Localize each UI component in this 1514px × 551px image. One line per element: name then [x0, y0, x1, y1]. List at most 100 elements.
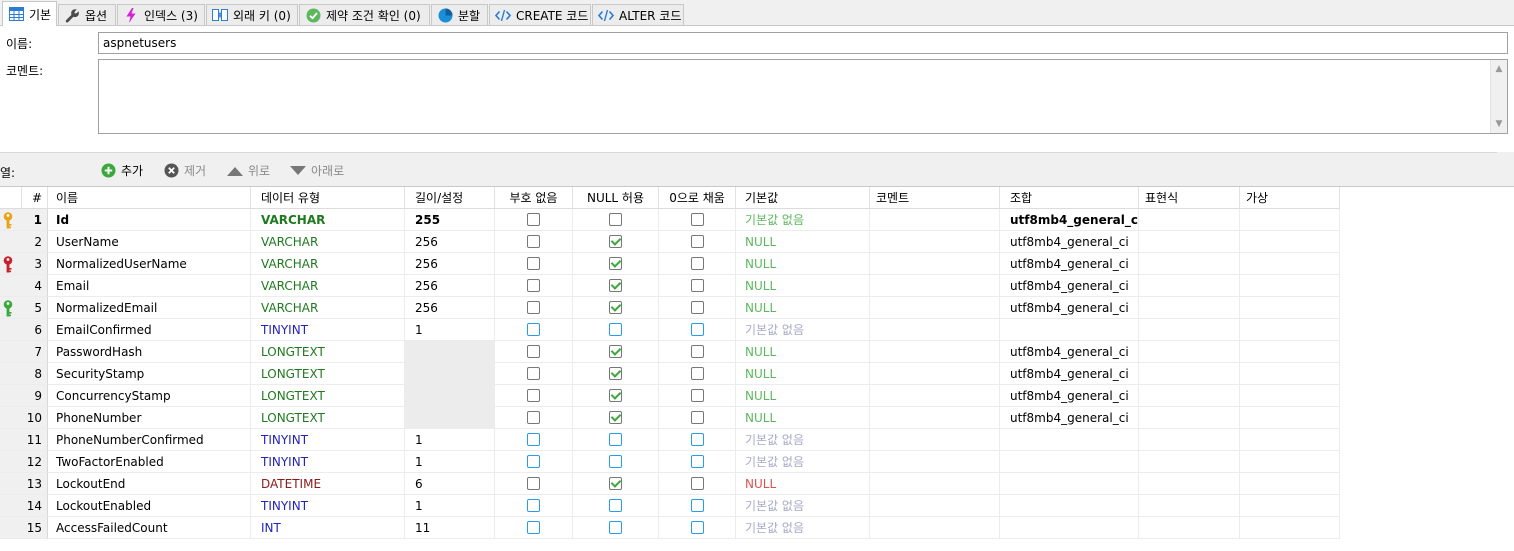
collation-cell[interactable]: utf8mb4_general_ci: [1000, 209, 1139, 231]
expression-cell[interactable]: [1139, 319, 1240, 341]
expression-cell[interactable]: [1139, 231, 1240, 253]
default-value-cell[interactable]: NULL: [736, 385, 870, 407]
header-allow-null[interactable]: NULL 허용: [573, 187, 659, 209]
allow-null-checkbox[interactable]: [609, 477, 622, 490]
unsigned-checkbox[interactable]: [527, 433, 540, 446]
allow-null-checkbox[interactable]: [609, 257, 622, 270]
table-row[interactable]: 3 NormalizedUserName VARCHAR 256 NULL utf8mb4…: [0, 253, 1340, 275]
default-value-cell[interactable]: NULL: [736, 473, 870, 495]
expression-cell[interactable]: [1139, 517, 1240, 539]
unsigned-checkbox[interactable]: [527, 455, 540, 468]
table-row[interactable]: 1 Id VARCHAR 255 기본값 없음 utf8mb4_general_ci: [0, 209, 1340, 231]
column-name-cell[interactable]: EmailConfirmed: [48, 319, 251, 341]
zerofill-checkbox[interactable]: [690, 455, 704, 468]
allow-null-checkbox[interactable]: [609, 213, 622, 226]
expression-cell[interactable]: [1139, 209, 1240, 231]
zerofill-checkbox[interactable]: [690, 499, 704, 512]
unsigned-checkbox[interactable]: [527, 323, 540, 336]
unsigned-checkbox[interactable]: [527, 499, 540, 512]
default-value-cell[interactable]: 기본값 없음: [736, 451, 870, 473]
length-cell[interactable]: 1: [405, 495, 495, 517]
default-value-cell[interactable]: 기본값 없음: [736, 319, 870, 341]
comment-cell[interactable]: [870, 319, 1000, 341]
zerofill-checkbox[interactable]: [690, 235, 704, 248]
column-name-cell[interactable]: ConcurrencyStamp: [48, 385, 251, 407]
collation-cell[interactable]: [1000, 473, 1139, 495]
default-value-cell[interactable]: NULL: [736, 341, 870, 363]
comment-cell[interactable]: [870, 209, 1000, 231]
columns-grid[interactable]: # 이름 데이터 유형 길이/설정 부호 없음 NULL 허용 0으로 채움 기…: [0, 186, 1514, 551]
allow-null-checkbox[interactable]: [609, 235, 622, 248]
virtual-cell[interactable]: [1240, 429, 1340, 451]
zerofill-checkbox[interactable]: [690, 213, 704, 226]
column-name-cell[interactable]: LockoutEnabled: [48, 495, 251, 517]
virtual-cell[interactable]: [1240, 341, 1340, 363]
comment-cell[interactable]: [870, 473, 1000, 495]
zerofill-checkbox[interactable]: [690, 301, 704, 314]
column-name-cell[interactable]: SecurityStamp: [48, 363, 251, 385]
default-value-cell[interactable]: NULL: [736, 297, 870, 319]
column-name-cell[interactable]: LockoutEnd: [48, 473, 251, 495]
default-value-cell[interactable]: NULL: [736, 275, 870, 297]
collation-cell[interactable]: [1000, 517, 1139, 539]
default-value-cell[interactable]: 기본값 없음: [736, 517, 870, 539]
virtual-cell[interactable]: [1240, 275, 1340, 297]
header-unsigned[interactable]: 부호 없음: [495, 187, 573, 209]
zerofill-checkbox[interactable]: [690, 367, 704, 380]
zerofill-checkbox[interactable]: [690, 433, 704, 446]
collation-cell[interactable]: utf8mb4_general_ci: [1000, 253, 1139, 275]
table-row[interactable]: 13 LockoutEnd DATETIME 6 NULL: [0, 473, 1340, 495]
collation-cell[interactable]: utf8mb4_general_ci: [1000, 231, 1139, 253]
table-row[interactable]: 5 NormalizedEmail VARCHAR 256 NULL utf8mb4_ge…: [0, 297, 1340, 319]
data-type-cell[interactable]: DATETIME: [251, 473, 405, 495]
column-name-cell[interactable]: NormalizedUserName: [48, 253, 251, 275]
virtual-cell[interactable]: [1240, 297, 1340, 319]
table-row[interactable]: 8 SecurityStamp LONGTEXT NULL utf8mb4_genera…: [0, 363, 1340, 385]
scroll-up-arrow-icon[interactable]: ▲: [1494, 64, 1504, 74]
tab-basic[interactable]: 기본: [2, 1, 57, 26]
virtual-cell[interactable]: [1240, 495, 1340, 517]
allow-null-checkbox[interactable]: [609, 433, 622, 446]
length-cell[interactable]: [405, 385, 495, 407]
column-name-cell[interactable]: PasswordHash: [48, 341, 251, 363]
comment-cell[interactable]: [870, 517, 1000, 539]
header-num[interactable]: #: [22, 187, 48, 209]
table-row[interactable]: 11 PhoneNumberConfirmed TINYINT 1 기본값 없음: [0, 429, 1340, 451]
comment-cell[interactable]: [870, 341, 1000, 363]
virtual-cell[interactable]: [1240, 231, 1340, 253]
expression-cell[interactable]: [1139, 451, 1240, 473]
table-row[interactable]: 6 EmailConfirmed TINYINT 1 기본값 없음: [0, 319, 1340, 341]
expression-cell[interactable]: [1139, 407, 1240, 429]
default-value-cell[interactable]: NULL: [736, 253, 870, 275]
unsigned-checkbox[interactable]: [527, 301, 540, 314]
header-zerofill[interactable]: 0으로 채움: [659, 187, 736, 209]
length-cell[interactable]: [405, 363, 495, 385]
virtual-cell[interactable]: [1240, 209, 1340, 231]
comment-cell[interactable]: [870, 407, 1000, 429]
header-data-type[interactable]: 데이터 유형: [251, 187, 405, 209]
header-collation[interactable]: 조합: [1000, 187, 1139, 209]
table-row[interactable]: 12 TwoFactorEnabled TINYINT 1 기본값 없음: [0, 451, 1340, 473]
data-type-cell[interactable]: LONGTEXT: [251, 407, 405, 429]
length-cell[interactable]: 256: [405, 253, 495, 275]
virtual-cell[interactable]: [1240, 451, 1340, 473]
table-row[interactable]: 10 PhoneNumber LONGTEXT NULL utf8mb4_general…: [0, 407, 1340, 429]
zerofill-checkbox[interactable]: [690, 323, 704, 336]
comment-cell[interactable]: [870, 253, 1000, 275]
data-type-cell[interactable]: TINYINT: [251, 319, 405, 341]
data-type-cell[interactable]: VARCHAR: [251, 231, 405, 253]
tab-create-code[interactable]: CREATE 코드: [489, 4, 591, 25]
expression-cell[interactable]: [1139, 495, 1240, 517]
column-name-cell[interactable]: AccessFailedCount: [48, 517, 251, 539]
default-value-cell[interactable]: NULL: [736, 231, 870, 253]
virtual-cell[interactable]: [1240, 385, 1340, 407]
expression-cell[interactable]: [1139, 275, 1240, 297]
unsigned-checkbox[interactable]: [527, 367, 540, 380]
header-comment[interactable]: 코멘트: [870, 187, 1000, 209]
remove-column-button[interactable]: 제거: [164, 162, 206, 179]
default-value-cell[interactable]: NULL: [736, 407, 870, 429]
default-value-cell[interactable]: 기본값 없음: [736, 495, 870, 517]
unsigned-checkbox[interactable]: [527, 257, 540, 270]
table-row[interactable]: 9 ConcurrencyStamp LONGTEXT NULL utf8mb4_gen…: [0, 385, 1340, 407]
length-cell[interactable]: 1: [405, 451, 495, 473]
